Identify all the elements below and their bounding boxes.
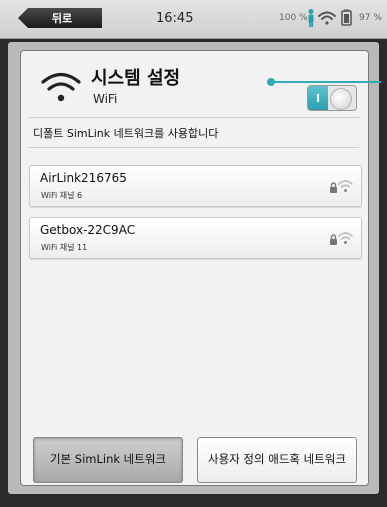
back-button[interactable]: 뒤로 — [18, 8, 102, 28]
custom-adhoc-button[interactable]: 사용자 정의 애드혹 네트워크 — [197, 437, 357, 483]
person-icon — [308, 9, 314, 27]
default-simlink-button[interactable]: 기본 SimLink 네트워크 — [33, 437, 183, 483]
page-title: 시스템 설정 — [91, 68, 181, 89]
wifi-icon — [41, 72, 81, 102]
status-icons — [308, 9, 352, 27]
list-item-network[interactable]: Getbox-22C9AC WiFi 채널 11 — [29, 217, 362, 259]
list-item-network[interactable]: AirLink216765 WiFi 채널 6 — [29, 165, 362, 207]
divider — [29, 117, 359, 118]
network-name: Getbox-22C9AC — [40, 223, 136, 237]
page-subtitle: WiFi — [93, 92, 118, 106]
locked-wifi-icon — [330, 232, 353, 245]
network-channel: WiFi 채널 6 — [41, 191, 83, 200]
status-bar: 뒤로 16:45 100 % 97 % — [0, 0, 387, 39]
default-network-note: 디폴트 SimLink 네트워크를 사용합니다 — [33, 127, 219, 140]
clock: 16:45 — [156, 11, 194, 26]
network-name: AirLink216765 — [40, 171, 127, 185]
wifi-toggle[interactable]: I — [307, 85, 357, 111]
callout-line — [273, 81, 381, 83]
settings-panel: 시스템 설정 WiFi I 디폴트 SimLink 네트워크를 사용합니다 Ai… — [20, 50, 369, 486]
wifi-status-icon — [318, 11, 336, 25]
network-channel: WiFi 채널 11 — [41, 243, 88, 252]
toggle-on-label: I — [308, 86, 328, 110]
locked-wifi-icon — [330, 180, 353, 193]
divider — [29, 147, 359, 148]
battery-icon — [341, 9, 352, 26]
toggle-knob — [330, 88, 352, 110]
battery-percent-left: 100 % — [279, 13, 308, 23]
battery-percent-right: 97 % — [359, 13, 382, 23]
